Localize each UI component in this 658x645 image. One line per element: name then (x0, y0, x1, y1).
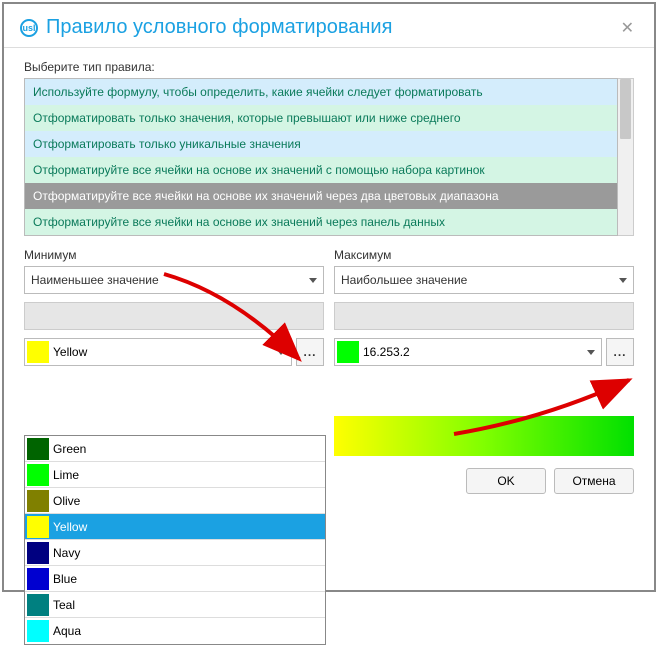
color-swatch-yellow (27, 341, 49, 363)
max-label: Максимум (334, 248, 634, 262)
ok-button[interactable]: OK (466, 468, 546, 494)
color-option-label: Yellow (53, 520, 87, 534)
color-option-label: Lime (53, 468, 79, 482)
max-type-select[interactable]: Наибольшее значение (334, 266, 634, 294)
color-option-olive[interactable]: Olive (25, 488, 325, 514)
rule-item[interactable]: Отформатируйте все ячейки на основе их з… (25, 157, 617, 183)
color-swatch (27, 490, 49, 512)
max-color-select[interactable]: 16.253.2 (334, 338, 602, 366)
cancel-button[interactable]: Отмена (554, 468, 634, 494)
min-color-select[interactable]: Yellow (24, 338, 292, 366)
color-option-green[interactable]: Green (25, 436, 325, 462)
color-option-label: Green (53, 442, 86, 456)
color-swatch (27, 464, 49, 486)
color-option-lime[interactable]: Lime (25, 462, 325, 488)
min-label: Минимум (24, 248, 324, 262)
color-option-teal[interactable]: Teal (25, 592, 325, 618)
rule-item-selected[interactable]: Отформатируйте все ячейки на основе их з… (25, 183, 617, 209)
close-icon[interactable]: ✕ (617, 18, 638, 38)
max-value-input[interactable] (334, 302, 634, 330)
dialog-title: Правило условного форматирования (46, 16, 617, 39)
scrollbar-thumb[interactable] (620, 79, 631, 139)
color-swatch (27, 542, 49, 564)
chevron-down-icon (277, 350, 285, 355)
chevron-down-icon (587, 350, 595, 355)
color-option-label: Blue (53, 572, 77, 586)
chevron-down-icon (619, 278, 627, 283)
rule-item[interactable]: Отформатировать только уникальные значен… (25, 131, 617, 157)
gradient-preview (334, 416, 634, 456)
app-icon: usl (20, 19, 38, 37)
chevron-down-icon (309, 278, 317, 283)
color-option-blue[interactable]: Blue (25, 566, 325, 592)
color-option-aqua[interactable]: Aqua (25, 618, 325, 644)
min-type-select[interactable]: Наименьшее значение (24, 266, 324, 294)
rule-item[interactable]: Отформатируйте все ячейки на основе их з… (25, 209, 617, 235)
scrollbar[interactable] (618, 78, 634, 236)
color-option-navy[interactable]: Navy (25, 540, 325, 566)
max-type-value: Наибольшее значение (341, 273, 619, 287)
color-option-label: Olive (53, 494, 80, 508)
min-type-value: Наименьшее значение (31, 273, 309, 287)
rule-item[interactable]: Отформатировать только значения, которые… (25, 105, 617, 131)
color-option-label: Teal (53, 598, 75, 612)
color-swatch (27, 620, 49, 642)
color-swatch (27, 438, 49, 460)
rule-item[interactable]: Используйте формулу, чтобы определить, к… (25, 79, 617, 105)
rule-type-list[interactable]: Используйте формулу, чтобы определить, к… (24, 78, 618, 236)
color-swatch (27, 594, 49, 616)
color-option-label: Aqua (53, 624, 81, 638)
max-color-label: 16.253.2 (363, 345, 581, 359)
min-color-more-button[interactable]: ... (296, 338, 324, 366)
min-value-input[interactable] (24, 302, 324, 330)
color-option-label: Navy (53, 546, 80, 560)
color-swatch (27, 516, 49, 538)
color-swatch-lime (337, 341, 359, 363)
min-color-label: Yellow (53, 345, 271, 359)
color-option-yellow[interactable]: Yellow (25, 514, 325, 540)
max-color-more-button[interactable]: ... (606, 338, 634, 366)
color-dropdown-panel[interactable]: Green Lime Olive Yellow Navy Blue Teal A… (24, 435, 326, 645)
rule-type-label: Выберите тип правила: (24, 60, 634, 74)
color-swatch (27, 568, 49, 590)
